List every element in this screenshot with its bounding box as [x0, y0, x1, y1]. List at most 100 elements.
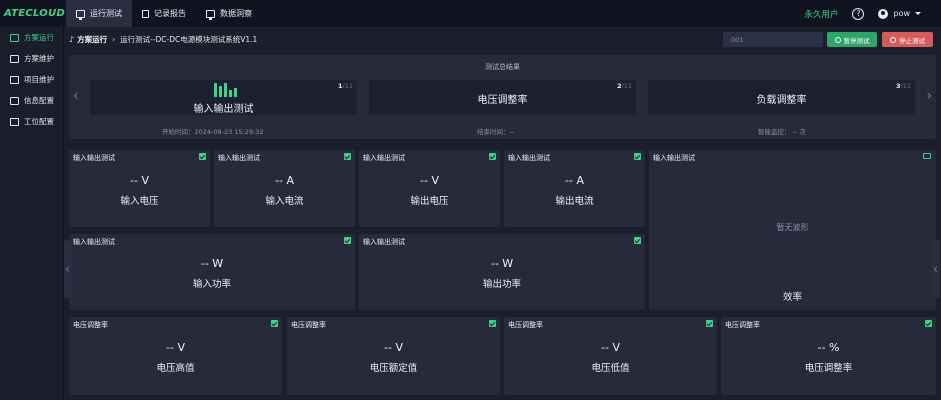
stop-label: 停止测试 — [899, 36, 925, 45]
user-menu[interactable]: pow — [878, 8, 921, 19]
sidebar-item-plan-maintain[interactable]: 方案维护 — [0, 48, 63, 69]
music-note-icon: ♪ — [69, 35, 75, 44]
card-name: 输入功率 — [192, 279, 231, 290]
start-time: 开始时间：2024-08-23 15:29:32 — [162, 128, 264, 136]
card-value: -- V — [166, 341, 185, 354]
topnav-label: 记录报告 — [154, 9, 186, 18]
user-type-badge[interactable]: 永久用户 — [804, 8, 838, 20]
card-title: 输入输出测试 — [218, 154, 260, 162]
metric-card: 电压调整率 -- V 电压低值 — [504, 317, 717, 395]
checkbox-icon[interactable] — [344, 153, 351, 160]
card-name: 输出电压 — [410, 196, 449, 207]
monitor-icon — [76, 9, 85, 20]
breadcrumb-root[interactable]: 方案运行 — [77, 34, 107, 45]
stage-card[interactable]: 输入输出测试 1/11 — [90, 80, 357, 115]
card-title: 输入输出测试 — [73, 154, 115, 162]
chevron-left-icon: ‹ — [65, 262, 70, 276]
top-nav: 运行测试 记录报告 数据洞察 — [66, 0, 262, 27]
card-name: 电压高值 — [156, 363, 195, 374]
app-logo: ATECLOUD — [4, 8, 66, 19]
checkbox-icon[interactable] — [344, 237, 351, 244]
metric-card: 输入输出测试 -- A 输入电流 — [214, 150, 355, 227]
waveform-icon[interactable] — [923, 153, 931, 159]
stop-test-button[interactable]: 停止测试 — [882, 32, 933, 47]
edit-icon — [10, 54, 19, 63]
sidebar-item-plan-run[interactable]: 方案运行 — [0, 27, 63, 48]
metric-card: 输入输出测试 -- V 输入电压 — [69, 150, 210, 227]
stage-count: 3/11 — [896, 82, 911, 90]
card-value: -- V — [130, 174, 149, 187]
chevron-right-icon: › — [112, 35, 116, 44]
station-icon — [10, 117, 19, 126]
metric-card: 电压调整率 -- V 电压额定值 — [287, 317, 500, 395]
checkbox-icon[interactable] — [634, 153, 641, 160]
stage-count: 2/11 — [617, 82, 632, 90]
sidebar-item-label: 方案运行 — [24, 33, 54, 42]
topnav-records[interactable]: 记录报告 — [132, 0, 196, 27]
card-name: 电压低值 — [591, 363, 630, 374]
topnav-label: 数据洞察 — [220, 9, 252, 18]
card-name: 电压额定值 — [369, 363, 418, 374]
checkbox-icon[interactable] — [634, 237, 641, 244]
stage-label: 电压调整率 — [477, 95, 528, 106]
stage-label: 输入输出测试 — [193, 104, 254, 115]
test-summary-panel: 测试总结果 ‹ › 输入输出测试 1/11 电压调整率 2/11 负载调整率 3… — [69, 55, 936, 139]
card-name: 输入电压 — [120, 196, 159, 207]
card-value: -- % — [817, 341, 840, 354]
sidebar-item-project-maintain[interactable]: 项目维护 — [0, 69, 63, 90]
metric-card: 输入输出测试 -- A 输出电流 — [504, 150, 645, 227]
monitor-count: 智能监控： -- 次 — [758, 128, 806, 136]
list-icon — [10, 96, 19, 105]
sidebar-item-info-config[interactable]: 信息配置 — [0, 90, 63, 111]
chart-icon — [10, 33, 19, 42]
avatar — [878, 8, 889, 19]
card-title: 电压调整率 — [291, 321, 326, 329]
checkbox-icon[interactable] — [925, 320, 932, 327]
sidebar-item-station-config[interactable]: 工位配置 — [0, 111, 63, 132]
checkbox-icon[interactable] — [489, 153, 496, 160]
metric-card: 电压调整率 -- V 电压高值 — [69, 317, 282, 395]
no-waveform-text: 暂无波形 — [776, 223, 809, 232]
end-time: 结束时间：-- — [477, 128, 515, 136]
card-value: -- V — [420, 174, 439, 187]
help-icon[interactable]: ? — [852, 7, 865, 20]
efficiency-card: 输入输出测试 暂无波形 效率 — [649, 150, 936, 310]
checkbox-icon[interactable] — [489, 320, 496, 327]
sidebar-item-label: 项目维护 — [24, 75, 54, 84]
stage-count: 1/11 — [338, 82, 353, 90]
pause-icon — [834, 36, 841, 43]
stage-card[interactable]: 负载调整率 3/11 — [648, 80, 915, 115]
bar-chart-icon — [214, 83, 237, 97]
stage-label: 负载调整率 — [756, 95, 807, 106]
chevron-left-icon[interactable]: ‹ — [73, 88, 79, 104]
sidebar: 方案运行 方案维护 项目维护 信息配置 工位配置 — [0, 27, 64, 400]
chevron-right-icon[interactable]: › — [926, 88, 932, 104]
card-title: 输入输出测试 — [363, 238, 405, 246]
stage-card[interactable]: 电压调整率 2/11 — [369, 80, 636, 115]
metric-card: 输入输出测试 -- V 输出电压 — [359, 150, 500, 227]
card-value: -- A — [275, 174, 294, 187]
checkbox-icon[interactable] — [199, 153, 206, 160]
file-icon — [10, 75, 19, 84]
summary-title: 测试总结果 — [485, 63, 520, 71]
breadcrumb: ♪ 方案运行 › 运行测试--DC-DC电源模块测试系统V1.1 001 暂停测… — [65, 27, 941, 52]
topnav-label: 运行测试 — [90, 9, 122, 18]
checkbox-icon[interactable] — [706, 320, 713, 327]
pause-test-button[interactable]: 暂停测试 — [827, 32, 877, 47]
metric-card: 输入输出测试 -- W 输出功率 — [359, 234, 645, 310]
card-name: 输出功率 — [482, 279, 521, 290]
search-input[interactable]: 001 — [723, 32, 823, 47]
sidebar-item-label: 信息配置 — [24, 96, 54, 105]
card-value: -- V — [601, 341, 620, 354]
topnav-run-test[interactable]: 运行测试 — [66, 0, 132, 27]
card-name: 输出电流 — [555, 196, 594, 207]
topnav-insights[interactable]: 数据洞察 — [196, 0, 262, 27]
card-value: -- V — [384, 341, 403, 354]
card-name: 输入电流 — [265, 196, 304, 207]
card-title: 电压调整率 — [508, 321, 543, 329]
username: pow — [893, 9, 910, 18]
checkbox-icon[interactable] — [271, 320, 278, 327]
header-right: 永久用户 ? pow — [804, 0, 941, 27]
chevron-down-icon — [915, 12, 921, 15]
sidebar-item-label: 方案维护 — [24, 54, 54, 63]
